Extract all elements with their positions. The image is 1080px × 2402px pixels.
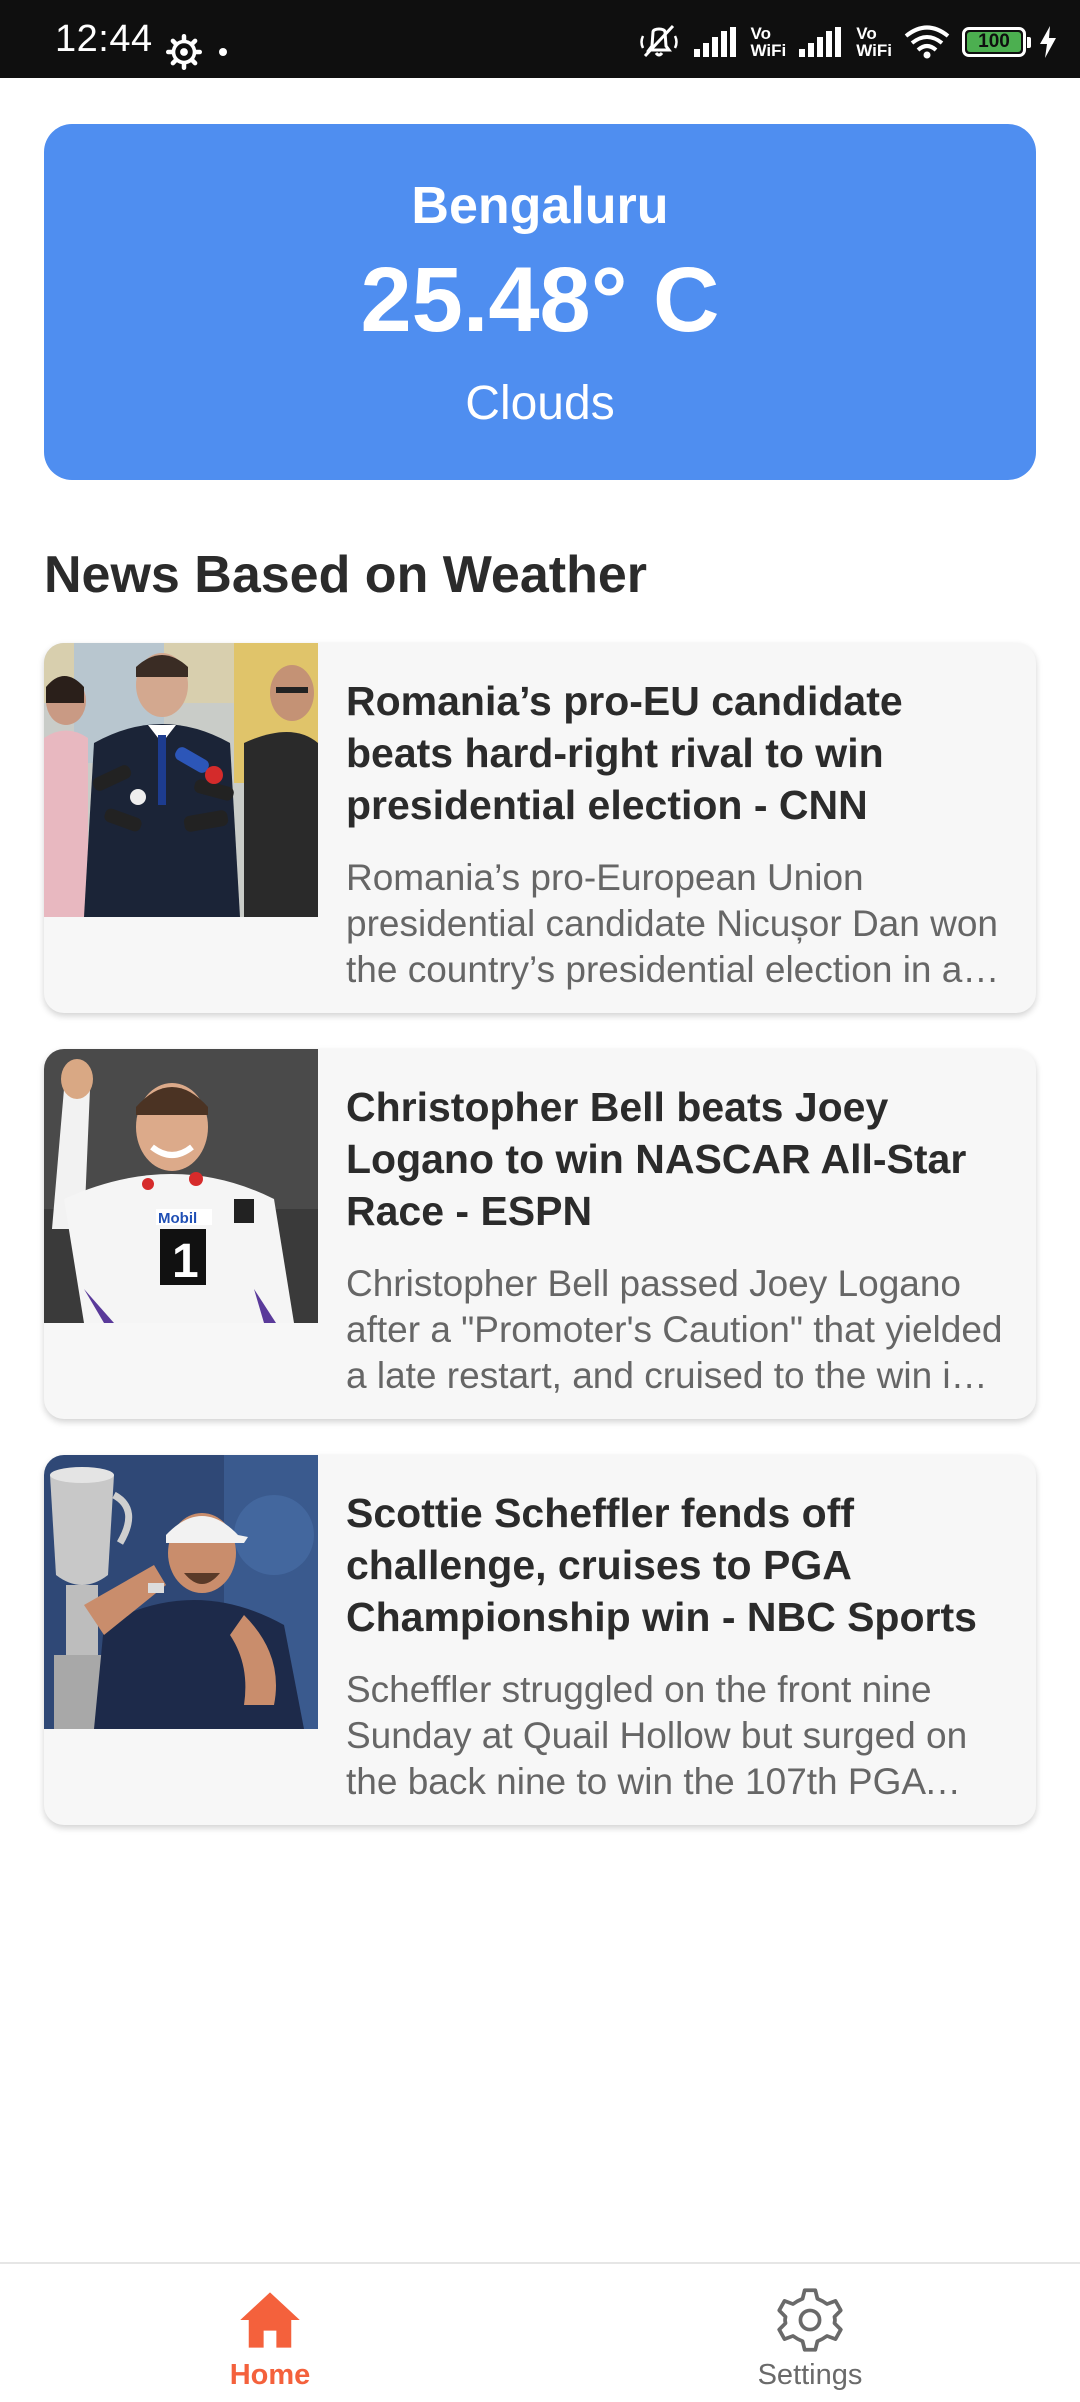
svg-text:Mobil: Mobil [158, 1210, 197, 1227]
section-heading: News Based on Weather [44, 546, 648, 604]
news-description: Christopher Bell passed Joey Logano afte… [346, 1263, 1003, 1396]
home-icon [240, 2292, 300, 2348]
settings-gear-status-icon [166, 34, 202, 70]
status-time: 12:44 [55, 18, 153, 60]
nav-settings-label: Settings [757, 2359, 863, 2391]
notification-dot-icon [219, 48, 227, 56]
weather-condition: Clouds [465, 377, 615, 430]
bottom-navigation: Home Settings [0, 2262, 1080, 2402]
signal-strength-icon [693, 27, 736, 57]
news-description: Scheffler struggled on the front nine Su… [346, 1669, 968, 1802]
status-indicators: Vo WiFi Vo WiFi 100 [637, 22, 1058, 62]
news-card[interactable]: Scottie Scheffler fends off challenge, c… [44, 1455, 1036, 1825]
vowifi-indicator-2: Vo WiFi [856, 25, 892, 59]
news-title: Christopher Bell beats Joey Logano to wi… [346, 1084, 967, 1234]
news-title: Scottie Scheffler fends off challenge, c… [346, 1490, 977, 1640]
news-card[interactable]: Romania’s pro-EU candidate beats hard-ri… [44, 643, 1036, 1013]
battery-icon: 100 [962, 27, 1031, 57]
news-card[interactable]: Mobil 1 Christopher Bell beats Joey Loga… [44, 1049, 1036, 1419]
vowifi-label-bottom: WiFi [750, 41, 787, 60]
weather-city: Bengaluru [411, 177, 669, 235]
news-photo-racing-driver: Mobil 1 [44, 1049, 318, 1323]
status-bar: 12:44 Vo WiFi Vo WiFi 100 [0, 0, 1080, 78]
settings-gear-icon [777, 2288, 843, 2352]
weather-temperature: 25.48° C [360, 249, 720, 351]
charging-bolt-icon [1040, 26, 1056, 58]
vowifi-label-top-2: Vo [856, 24, 877, 43]
vowifi-indicator: Vo WiFi [751, 25, 787, 59]
vibrate-mute-icon [639, 24, 678, 58]
news-photo-press-conference [44, 643, 318, 917]
signal-strength-icon-2 [799, 27, 842, 57]
nav-home-label: Home [229, 2359, 311, 2391]
svg-text:1: 1 [172, 1235, 199, 1288]
battery-level: 100 [967, 32, 1021, 52]
nav-settings[interactable]: Settings [660, 2264, 960, 2402]
news-title: Romania’s pro-EU candidate beats hard-ri… [346, 678, 903, 828]
news-photo-golfer-trophy [44, 1455, 318, 1729]
vowifi-label-bottom-2: WiFi [856, 41, 892, 60]
nav-home[interactable]: Home [120, 2264, 420, 2402]
vowifi-label-top: Vo [750, 24, 771, 43]
wifi-icon [904, 25, 950, 59]
weather-card[interactable]: Bengaluru 25.48° C Clouds [44, 124, 1036, 480]
news-description: Romania’s pro-European Union presidentia… [346, 857, 998, 990]
